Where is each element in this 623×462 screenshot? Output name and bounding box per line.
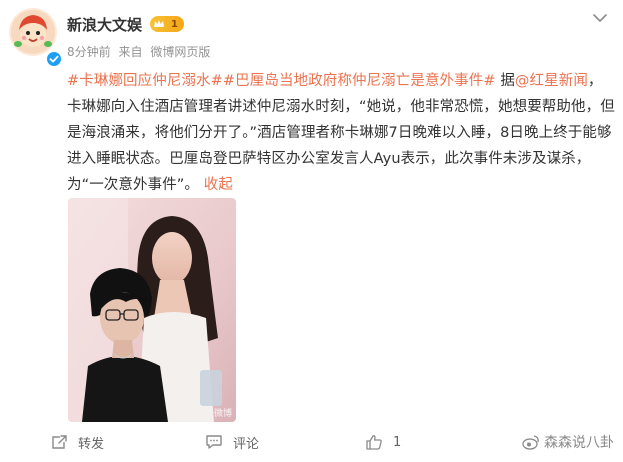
vip-badge[interactable]: 1: [150, 16, 184, 32]
post-meta: 8分钟前 来自 微博网页版: [67, 43, 214, 60]
ref-prefix: 据: [495, 73, 515, 89]
more-options-button[interactable]: [591, 10, 609, 24]
photo-image: [68, 198, 236, 422]
thumbs-up-icon: [366, 435, 382, 450]
image-watermark: 微博: [213, 409, 232, 419]
collapse-button[interactable]: 收起: [204, 177, 233, 193]
mention-link[interactable]: @红星新闻: [515, 73, 588, 89]
verified-icon: [45, 50, 63, 68]
topic-link-1[interactable]: #卡琳娜回应仲尼溺水#: [67, 73, 223, 89]
watermark: 森森说八卦: [522, 432, 614, 452]
cartoon-avatar-icon: [9, 8, 57, 56]
watermark-text: 森森说八卦: [544, 435, 614, 451]
topic-link-2[interactable]: #巴厘岛当地政府称仲尼溺亡是意外事件#: [223, 73, 496, 89]
account-name[interactable]: 新浪大文娱: [67, 14, 142, 35]
crown-icon: [154, 20, 164, 27]
action-bar: 转发 评论 1 森森说八卦: [0, 428, 623, 458]
comment-icon: [206, 435, 222, 449]
like-button[interactable]: 1: [365, 432, 401, 452]
vip-level: 1: [171, 18, 178, 30]
repost-button[interactable]: 转发: [50, 432, 104, 452]
post-body: ，卡琳娜向入住酒店管理者讲述仲尼溺水时刻，“她说，他非常恐慌，她想要帮助他，但是…: [67, 73, 615, 193]
weibo-post-card: 新浪大文娱 1 8分钟前 来自 微博网页版 #卡琳娜回应仲尼溺水##巴厘岛当地政…: [0, 0, 623, 462]
source-prefix: 来自: [118, 45, 143, 59]
weibo-logo-icon: [522, 435, 539, 450]
post-text: #卡琳娜回应仲尼溺水##巴厘岛当地政府称仲尼溺亡是意外事件# 据@红星新闻，卡琳…: [67, 68, 615, 198]
post-time[interactable]: 8分钟前: [67, 45, 111, 59]
comment-button[interactable]: 评论: [205, 432, 259, 452]
repost-label: 转发: [78, 436, 105, 452]
post-source: 微博网页版: [150, 45, 211, 59]
like-count: 1: [393, 434, 402, 450]
avatar[interactable]: [9, 8, 57, 56]
share-icon: [52, 435, 67, 449]
post-photo[interactable]: 微博: [68, 198, 236, 422]
comment-label: 评论: [233, 436, 260, 452]
chevron-down-icon: [593, 14, 607, 22]
